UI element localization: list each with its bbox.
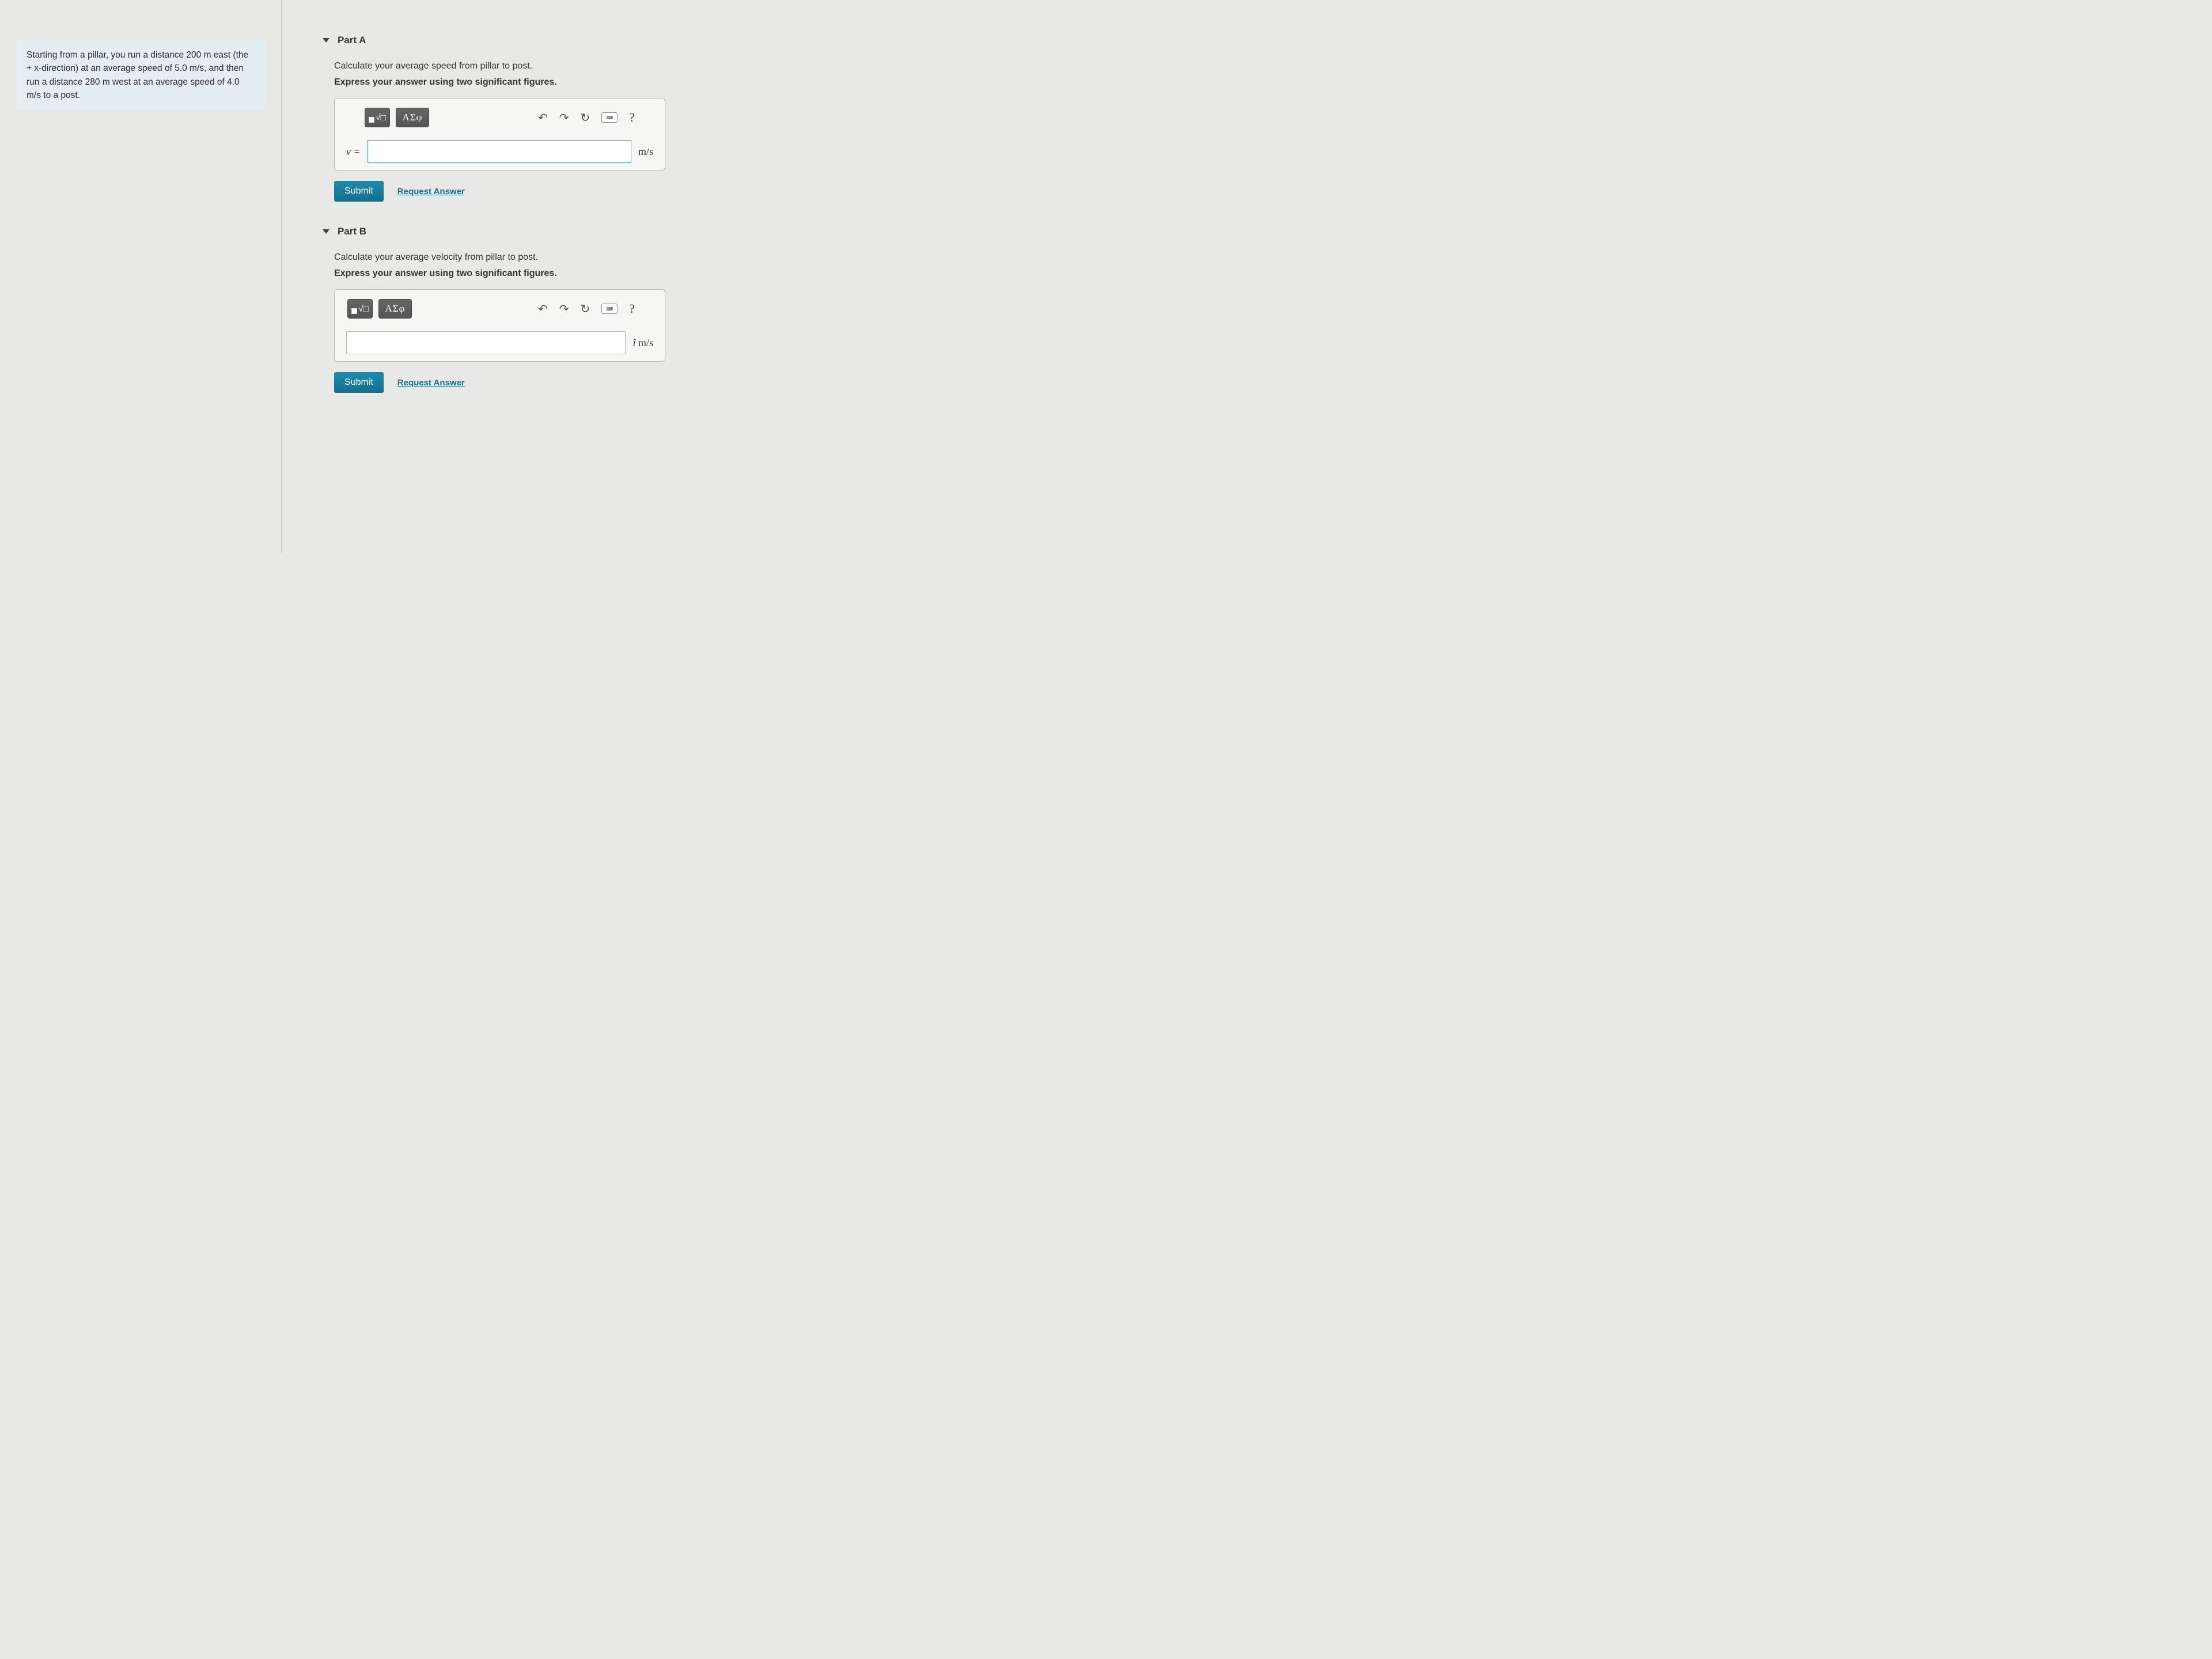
part-a-input-row: v = m/s — [342, 140, 658, 163]
part-a-header[interactable]: Part A — [323, 35, 720, 46]
undo-icon[interactable]: ↶ — [538, 111, 548, 125]
part-b-answer-box: √□ ΑΣφ ↶ ↷ ↻ ⌨ ? î m — [334, 289, 665, 362]
reset-icon[interactable]: ↻ — [580, 111, 590, 125]
part-b-instruction: Express your answer using two significan… — [334, 268, 720, 279]
greek-symbols-button[interactable]: ΑΣφ — [378, 299, 412, 319]
part-b-actions: Submit Request Answer — [334, 372, 720, 393]
answer-panel: Part A Calculate your average speed from… — [282, 0, 737, 553]
templates-icon: √□ — [351, 304, 368, 314]
templates-button[interactable]: √□ — [365, 108, 390, 127]
submit-button[interactable]: Submit — [334, 372, 384, 393]
problem-statement-text: Starting from a pillar, you run a distan… — [17, 40, 265, 110]
part-a-title: Part A — [338, 35, 366, 46]
part-b-title: Part B — [338, 226, 366, 237]
part-b-header[interactable]: Part B — [323, 226, 720, 237]
templates-icon: √□ — [369, 113, 385, 123]
redo-icon[interactable]: ↷ — [559, 111, 569, 125]
chevron-down-icon — [323, 38, 329, 43]
submit-button[interactable]: Submit — [334, 181, 384, 202]
undo-icon[interactable]: ↶ — [538, 302, 548, 316]
part-b-answer-input[interactable] — [346, 331, 626, 354]
help-button[interactable]: ? — [629, 110, 635, 125]
templates-button[interactable]: √□ — [347, 299, 373, 319]
part-b-prompt: Calculate your average velocity from pil… — [334, 252, 720, 263]
part-a-prompt: Calculate your average speed from pillar… — [334, 61, 720, 71]
keyboard-icon[interactable]: ⌨ — [601, 304, 618, 314]
chevron-down-icon — [323, 229, 329, 234]
greek-symbols-button[interactable]: ΑΣφ — [396, 108, 429, 127]
part-a-actions: Submit Request Answer — [334, 181, 720, 202]
part-b-toolbar: √□ ΑΣφ ↶ ↷ ↻ ⌨ ? — [342, 297, 658, 321]
part-a-answer-input[interactable] — [368, 140, 631, 163]
problem-statement-panel: Starting from a pillar, you run a distan… — [0, 0, 282, 553]
help-button[interactable]: ? — [629, 301, 635, 316]
request-answer-link[interactable]: Request Answer — [397, 187, 465, 196]
part-a-variable-label: v = — [346, 146, 361, 158]
part-a-answer-box: √□ ΑΣφ ↶ ↷ ↻ ⌨ ? v = m/s — [334, 98, 665, 171]
reset-icon[interactable]: ↻ — [580, 302, 590, 316]
part-a-section: Calculate your average speed from pillar… — [334, 61, 720, 202]
redo-icon[interactable]: ↷ — [559, 302, 569, 316]
part-b-section: Calculate your average velocity from pil… — [334, 252, 720, 393]
part-b-input-row: î m/s — [342, 331, 658, 354]
request-answer-link[interactable]: Request Answer — [397, 378, 465, 388]
part-b-unit-text: m/s — [638, 337, 653, 349]
keyboard-icon[interactable]: ⌨ — [601, 112, 618, 123]
part-a-instruction: Express your answer using two significan… — [334, 77, 720, 88]
part-a-unit-label: m/s — [638, 146, 653, 158]
part-b-unit-label: î m/s — [632, 337, 653, 349]
part-a-toolbar: √□ ΑΣφ ↶ ↷ ↻ ⌨ ? — [342, 105, 658, 130]
i-hat-symbol: î — [632, 337, 635, 349]
